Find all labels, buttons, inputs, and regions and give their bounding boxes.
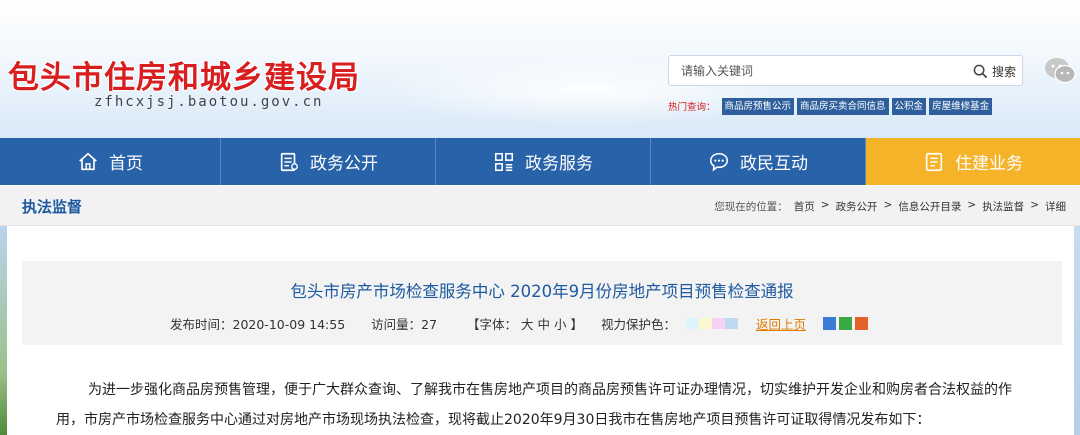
nav-interaction-label: 政民互动	[740, 154, 808, 174]
folder-icon	[925, 152, 943, 171]
back-link[interactable]: 返回上页	[756, 314, 806, 333]
share-wechat-icon[interactable]	[838, 316, 852, 330]
search-icon	[973, 64, 988, 78]
eye-color-swatch[interactable]	[711, 317, 725, 329]
nav-housing-business[interactable]: 住建业务	[866, 138, 1080, 185]
hot-link-fund[interactable]: 公积金	[891, 97, 927, 115]
publish-time: 发布时间：2020-10-09 14:55	[170, 316, 346, 332]
nav-gov-affairs[interactable]: 政务公开	[221, 138, 436, 185]
breadcrumb-home[interactable]: 首页	[794, 199, 815, 214]
nav-gov-services[interactable]: 政务服务	[436, 138, 651, 185]
background-right-strip	[1074, 226, 1080, 435]
nav-interaction[interactable]: 政民互动	[651, 138, 866, 185]
font-size-control[interactable]: 【字体： 大 中 小 】	[467, 314, 583, 333]
breadcrumb-catalog[interactable]: 信息公开目录	[898, 199, 961, 214]
document-icon	[280, 152, 298, 171]
eye-color-swatch[interactable]	[685, 317, 699, 329]
breadcrumb-separator: >	[1030, 199, 1039, 211]
article-body: 为进一步强化商品房预售管理，便于广大群众查询、了解我市在售房地产项目的商品房预售…	[56, 375, 1036, 435]
eye-care-label: 视力保护色：	[600, 316, 676, 332]
section-bar: 执法监督 您现在的位置： 首页 > 政务公开 > 信息公开目录 > 执法监督 >…	[0, 186, 1080, 226]
search-button-label: 搜索	[991, 64, 1016, 79]
home-icon	[79, 152, 97, 170]
breadcrumb-label: 您现在的位置：	[714, 201, 788, 213]
main-nav: 首页 政务公开 政务服务 政民互动 住建业务	[0, 138, 1080, 185]
hot-search-label: 热门查询：	[668, 102, 716, 113]
search-input[interactable]	[669, 56, 959, 85]
chat-icon	[709, 152, 729, 171]
breadcrumb-separator: >	[820, 199, 830, 211]
search-box: 搜索	[668, 55, 1023, 86]
share-weibo-icon[interactable]	[854, 316, 868, 330]
share-plus-icon[interactable]	[822, 316, 836, 330]
hot-search-row: 热门查询： 商品房预售公示 商品房买卖合同信息 公积金 房屋维修基金	[668, 97, 993, 115]
background-left-strip	[0, 226, 7, 435]
search-button[interactable]: 搜索	[973, 62, 1016, 80]
article-title: 包头市房产市场检查服务中心 2020年9月份房地产项目预售检查通报	[290, 282, 794, 301]
article-header: 包头市房产市场检查服务中心 2020年9月份房地产项目预售检查通报 发布时间：2…	[22, 261, 1062, 345]
breadcrumb-supervision[interactable]: 执法监督	[982, 199, 1024, 214]
eye-color-swatch[interactable]	[724, 317, 738, 329]
site-header: 包头市住房和城乡建设局 zfhcxjsj.baotou.gov.cn 搜索 热门…	[0, 0, 1080, 138]
nav-home[interactable]: 首页	[0, 138, 221, 185]
article-meta: 发布时间：2020-10-09 14:55 访问量：27 【字体： 大 中 小 …	[170, 314, 868, 332]
nav-home-label: 首页	[109, 154, 143, 174]
site-title[interactable]: 包头市住房和城乡建设局	[8, 52, 360, 97]
hot-link-contract[interactable]: 商品房买卖合同信息	[797, 97, 889, 115]
section-title: 执法监督	[22, 198, 83, 216]
eye-color-swatch[interactable]	[698, 317, 712, 329]
breadcrumb-separator: >	[967, 199, 977, 211]
nav-housing-business-label: 住建业务	[955, 154, 1023, 174]
view-count: 访问量：27	[371, 316, 438, 332]
hot-link-presale[interactable]: 商品房预售公示	[721, 97, 795, 115]
breadcrumb-separator: >	[883, 199, 893, 211]
nav-gov-services-label: 政务服务	[525, 154, 593, 174]
grid-icon	[494, 152, 514, 171]
nav-gov-affairs-label: 政务公开	[310, 154, 378, 174]
wechat-icon[interactable]	[1044, 56, 1076, 86]
article-paragraph: 为进一步强化商品房预售管理，便于广大群众查询、了解我市在售房地产项目的商品房预售…	[56, 382, 1012, 428]
site-url: zfhcxjsj.baotou.gov.cn	[94, 94, 324, 110]
breadcrumb: 您现在的位置： 首页 > 政务公开 > 信息公开目录 > 执法监督 > 详细	[714, 199, 1066, 214]
breadcrumb-gov-affairs[interactable]: 政务公开	[836, 199, 878, 214]
breadcrumb-detail: 详细	[1045, 201, 1066, 213]
hot-link-maintenance[interactable]: 房屋维修基金	[929, 97, 993, 115]
